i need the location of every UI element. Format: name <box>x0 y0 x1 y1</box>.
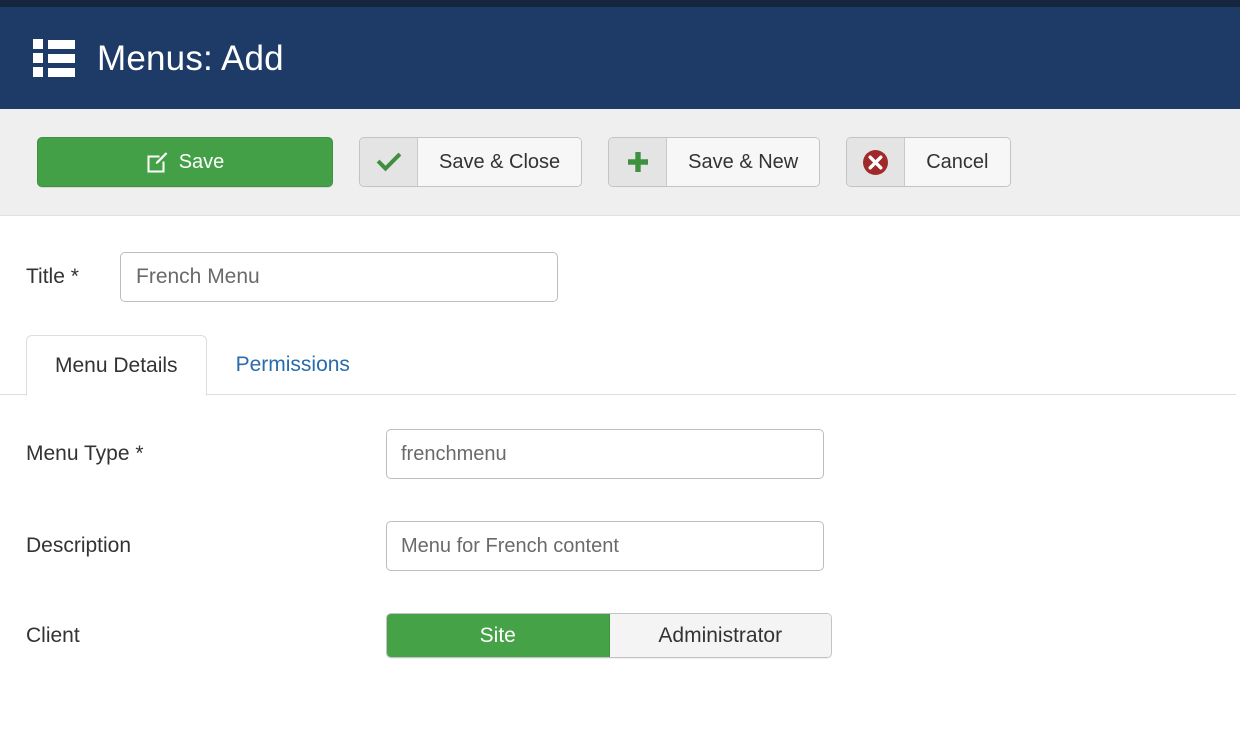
toolbar: Save Save & Close Save & New Cancel <box>0 109 1240 216</box>
title-field-label: Title * <box>26 265 79 288</box>
cancel-circle-icon <box>847 138 906 186</box>
tab-permissions[interactable]: Permissions <box>207 334 379 395</box>
tab-bar: Menu Details Permissions <box>0 332 1240 396</box>
menu-type-input[interactable] <box>386 429 824 479</box>
tab-menu-details[interactable]: Menu Details <box>26 335 207 396</box>
menu-details-form: Menu Type * Description Client Site Admi… <box>0 395 1240 658</box>
page-title: Menus: Add <box>97 38 284 78</box>
top-accent-strip <box>0 0 1240 7</box>
client-option-administrator-label: Administrator <box>658 623 783 647</box>
description-row: Description <box>26 521 1240 571</box>
menu-type-label: Menu Type * <box>26 442 144 465</box>
tab-permissions-label: Permissions <box>235 352 350 376</box>
tab-menu-details-label: Menu Details <box>55 353 178 377</box>
save-button[interactable]: Save <box>37 137 333 187</box>
cancel-button[interactable]: Cancel <box>846 137 1011 187</box>
plus-icon <box>609 138 668 186</box>
save-button-label: Save <box>178 151 225 173</box>
pencil-square-icon <box>146 151 168 173</box>
description-label: Description <box>26 534 132 557</box>
save-and-close-button[interactable]: Save & Close <box>359 137 583 187</box>
description-input[interactable] <box>386 521 824 571</box>
client-row: Client Site Administrator <box>26 613 1240 658</box>
check-icon <box>360 138 418 186</box>
title-input[interactable] <box>120 252 558 302</box>
cancel-label: Cancel <box>905 138 1010 186</box>
client-option-site[interactable]: Site <box>387 614 610 657</box>
client-option-site-label: Site <box>479 623 516 647</box>
page-header: Menus: Add <box>0 7 1240 109</box>
page-content: Title * Menu Details Permissions Menu Ty… <box>0 216 1240 658</box>
client-toggle-group: Site Administrator <box>386 613 832 658</box>
title-field-row: Title * <box>0 216 1240 302</box>
client-label: Client <box>26 623 80 647</box>
list-icon <box>33 39 75 77</box>
save-and-new-button[interactable]: Save & New <box>608 137 821 187</box>
save-and-new-label: Save & New <box>667 138 820 186</box>
save-and-close-label: Save & Close <box>418 138 582 186</box>
client-option-administrator[interactable]: Administrator <box>609 614 831 657</box>
menu-type-row: Menu Type * <box>26 429 1240 479</box>
